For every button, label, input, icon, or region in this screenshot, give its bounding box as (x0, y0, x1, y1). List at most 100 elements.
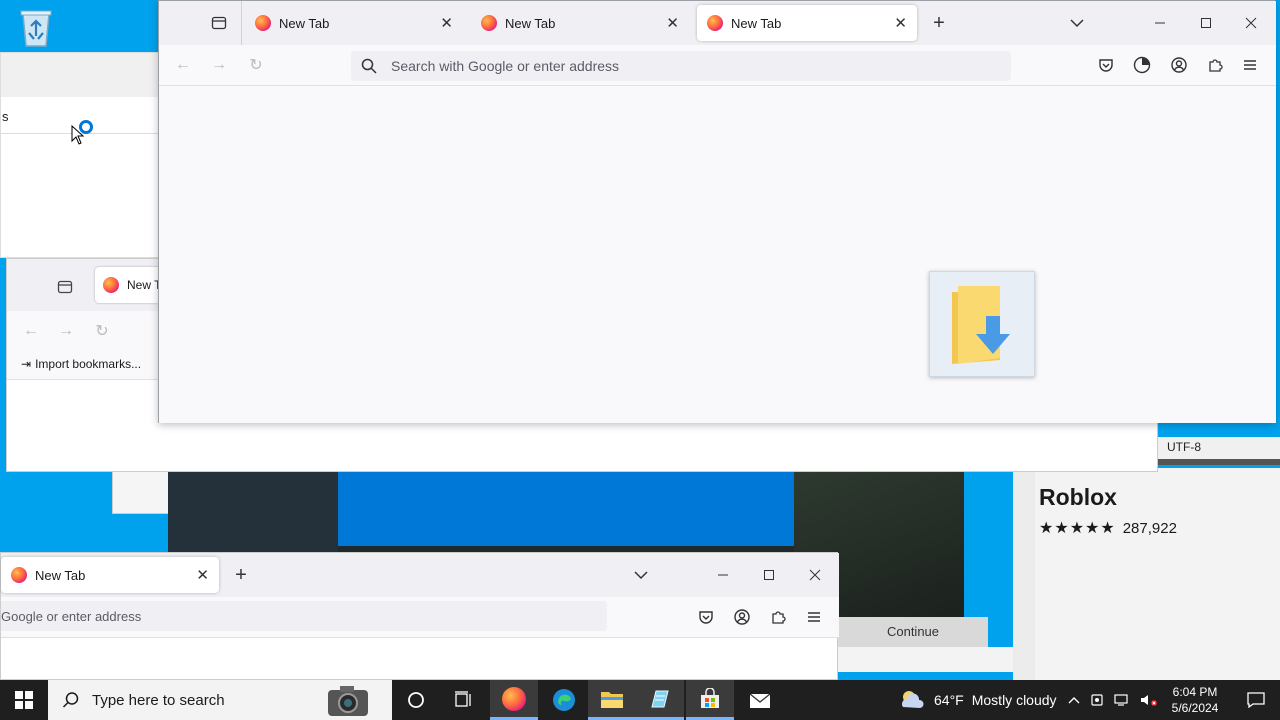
cortana-circle-icon (408, 692, 424, 708)
rating-count: 287,922 (1122, 519, 1177, 537)
extensions-puzzle-icon[interactable] (764, 603, 792, 631)
tab-new-tab-bottom[interactable]: New Tab ✕ (1, 557, 219, 593)
store-rating: ★★★★★ 287,922 (1039, 518, 1177, 538)
store-bag-icon (701, 687, 719, 708)
recycle-bin-icon[interactable] (14, 6, 58, 50)
close-window-icon[interactable] (1237, 9, 1265, 37)
status-strip (1158, 459, 1280, 465)
notification-icon (1247, 692, 1265, 708)
firefox-window-bottom: New Tab ✕ + Google or enter address (0, 552, 839, 680)
reload-icon[interactable]: ↻ (88, 317, 116, 345)
new-tab-plus-icon[interactable]: + (925, 9, 953, 37)
maximize-icon[interactable] (1192, 9, 1220, 37)
pocket-icon[interactable] (1092, 51, 1120, 79)
action-center-button[interactable] (1232, 680, 1280, 720)
volume-muted-icon[interactable] (1140, 693, 1158, 707)
windows-logo-icon (15, 691, 33, 709)
firefox-icon (481, 15, 497, 31)
firefox-window-main: New Tab ✕ New Tab ✕ New Tab ✕ + ← → ↻ Se… (158, 0, 1276, 423)
mail-icon (749, 693, 771, 708)
tab-overview-icon[interactable] (57, 279, 73, 295)
store-app-title: Roblox (1039, 484, 1117, 510)
url-bar[interactable]: Google or enter address (1, 601, 607, 631)
minimize-icon[interactable] (1146, 9, 1174, 37)
taskbar-firefox[interactable] (490, 680, 538, 720)
tab-bar: New Tab ✕ New Tab ✕ New Tab ✕ + (159, 1, 1276, 45)
background-window: s (0, 52, 162, 258)
forward-arrow-icon[interactable]: → (52, 317, 80, 345)
tab-new-tab-1[interactable]: New Tab ✕ (245, 5, 463, 41)
firefox-icon (502, 686, 526, 711)
url-placeholder: Search with Google or enter address (391, 58, 620, 74)
close-window-icon[interactable] (801, 561, 829, 589)
encoding-label: UTF-8 (1158, 437, 1280, 459)
extensions-puzzle-icon[interactable] (1201, 51, 1229, 79)
reload-icon[interactable]: ↻ (242, 51, 270, 79)
hamburger-menu-icon[interactable] (800, 603, 828, 631)
forward-arrow-icon[interactable]: → (205, 51, 233, 79)
clock-date: 5/6/2024 (1171, 701, 1219, 715)
search-icon (361, 58, 377, 74)
tab-new-tab-3[interactable]: New Tab ✕ (697, 5, 917, 41)
firefox-view-icon[interactable] (1128, 51, 1156, 79)
back-arrow-icon[interactable]: ← (169, 51, 197, 79)
list-all-tabs-chevron-icon[interactable] (627, 561, 655, 589)
close-tab-icon[interactable]: ✕ (894, 14, 907, 32)
close-tab-icon[interactable]: ✕ (196, 566, 209, 584)
tab-new-tab-2[interactable]: New Tab ✕ (471, 5, 689, 41)
camera-search-highlight-icon (328, 686, 368, 716)
import-icon: ⇥ (21, 357, 32, 371)
start-button[interactable] (0, 680, 48, 720)
tab-label: New Tab (279, 15, 330, 31)
tab-label: New Tab (505, 15, 556, 31)
cortana-button[interactable] (392, 680, 440, 720)
notepad-icon (651, 690, 669, 707)
edge-icon (553, 689, 575, 711)
mouse-cursor-icon (71, 125, 85, 145)
back-arrow-icon[interactable]: ← (17, 317, 45, 345)
taskbar-clock[interactable]: 6:04 PM 5/6/2024 (1160, 684, 1230, 716)
network-icon[interactable] (1114, 693, 1130, 707)
minimize-icon[interactable] (709, 561, 737, 589)
rating-stars: ★★★★★ (1039, 520, 1116, 537)
maximize-icon[interactable] (755, 561, 783, 589)
close-tab-icon[interactable]: ✕ (440, 14, 453, 32)
pocket-icon[interactable] (692, 603, 720, 631)
taskbar-search-box[interactable]: Type here to search (48, 680, 392, 720)
taskbar-mail[interactable] (736, 680, 784, 720)
search-icon (62, 692, 79, 708)
new-tab-page (159, 86, 1276, 423)
tab-overview-icon[interactable] (211, 15, 227, 31)
downloads-folder-tile[interactable] (929, 271, 1035, 377)
hamburger-menu-icon[interactable] (1236, 51, 1264, 79)
task-view-button[interactable] (440, 680, 488, 720)
import-bookmarks-link[interactable]: ⇥ Import bookmarks... (21, 357, 141, 371)
navigation-toolbar: ← → ↻ Search with Google or enter addres… (159, 45, 1276, 86)
close-tab-icon[interactable]: ✕ (666, 14, 679, 32)
account-icon[interactable] (728, 603, 756, 631)
tab-label: New Tab (35, 567, 86, 583)
new-tab-plus-icon[interactable]: + (227, 561, 255, 589)
system-tray (1068, 680, 1158, 720)
taskbar-edge[interactable] (540, 680, 588, 720)
search-placeholder: Type here to search (92, 691, 225, 709)
taskbar-notepad[interactable] (636, 680, 684, 720)
weather-condition: Mostly cloudy (971, 692, 1057, 708)
firefox-icon (103, 277, 119, 293)
downloads-folder-icon (952, 286, 1010, 364)
store-card-edge (838, 647, 1013, 672)
account-icon[interactable] (1165, 51, 1193, 79)
taskbar-file-explorer[interactable] (588, 680, 636, 720)
firefox-icon (11, 567, 27, 583)
tray-chevron-up-icon[interactable] (1068, 696, 1080, 704)
list-all-tabs-chevron-icon[interactable] (1063, 9, 1091, 37)
task-view-icon (455, 691, 471, 707)
continue-button[interactable]: Continue (838, 617, 988, 647)
firefox-icon (255, 15, 271, 31)
meet-now-icon[interactable] (1090, 693, 1104, 707)
weather-widget[interactable]: 64°F Mostly cloudy (898, 680, 1057, 720)
taskbar-store[interactable] (686, 680, 734, 720)
firefox-icon (707, 15, 723, 31)
url-bar[interactable]: Search with Google or enter address (351, 51, 1011, 81)
background-window-fragment (112, 468, 170, 514)
